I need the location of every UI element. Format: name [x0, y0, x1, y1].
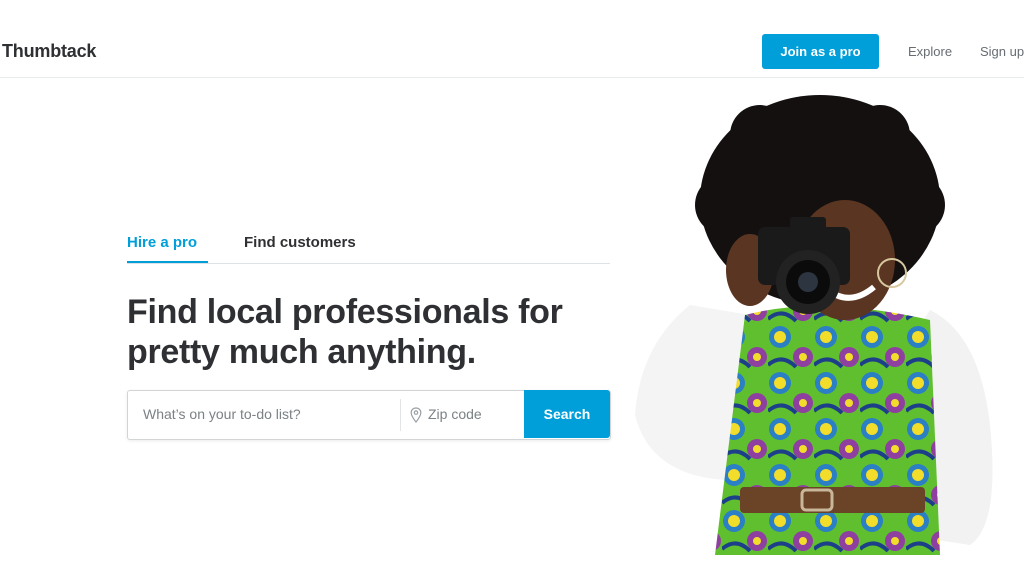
search-button[interactable]: Search: [524, 390, 610, 438]
search-bar: Search: [127, 390, 611, 440]
tab-find-customers[interactable]: Find customers: [244, 234, 356, 251]
search-divider: [400, 399, 401, 431]
tab-hire-a-pro[interactable]: Hire a pro: [127, 234, 208, 263]
thumbtack-logo[interactable]: Thumbtack: [2, 41, 96, 62]
explore-link[interactable]: Explore: [908, 44, 952, 59]
sign-up-link[interactable]: Sign up: [980, 44, 1024, 59]
audience-tabs: Hire a pro Find customers: [127, 232, 610, 264]
hero-photographer-image: [635, 95, 993, 555]
zip-code-input[interactable]: [426, 391, 524, 437]
todo-search-input[interactable]: [128, 391, 400, 437]
top-header: Thumbtack Join as a pro Explore Sign up: [0, 0, 1024, 78]
location-pin-icon: [410, 407, 422, 423]
hero-headline: Find local professionals for pretty much…: [127, 293, 563, 371]
join-as-pro-button[interactable]: Join as a pro: [762, 34, 879, 69]
